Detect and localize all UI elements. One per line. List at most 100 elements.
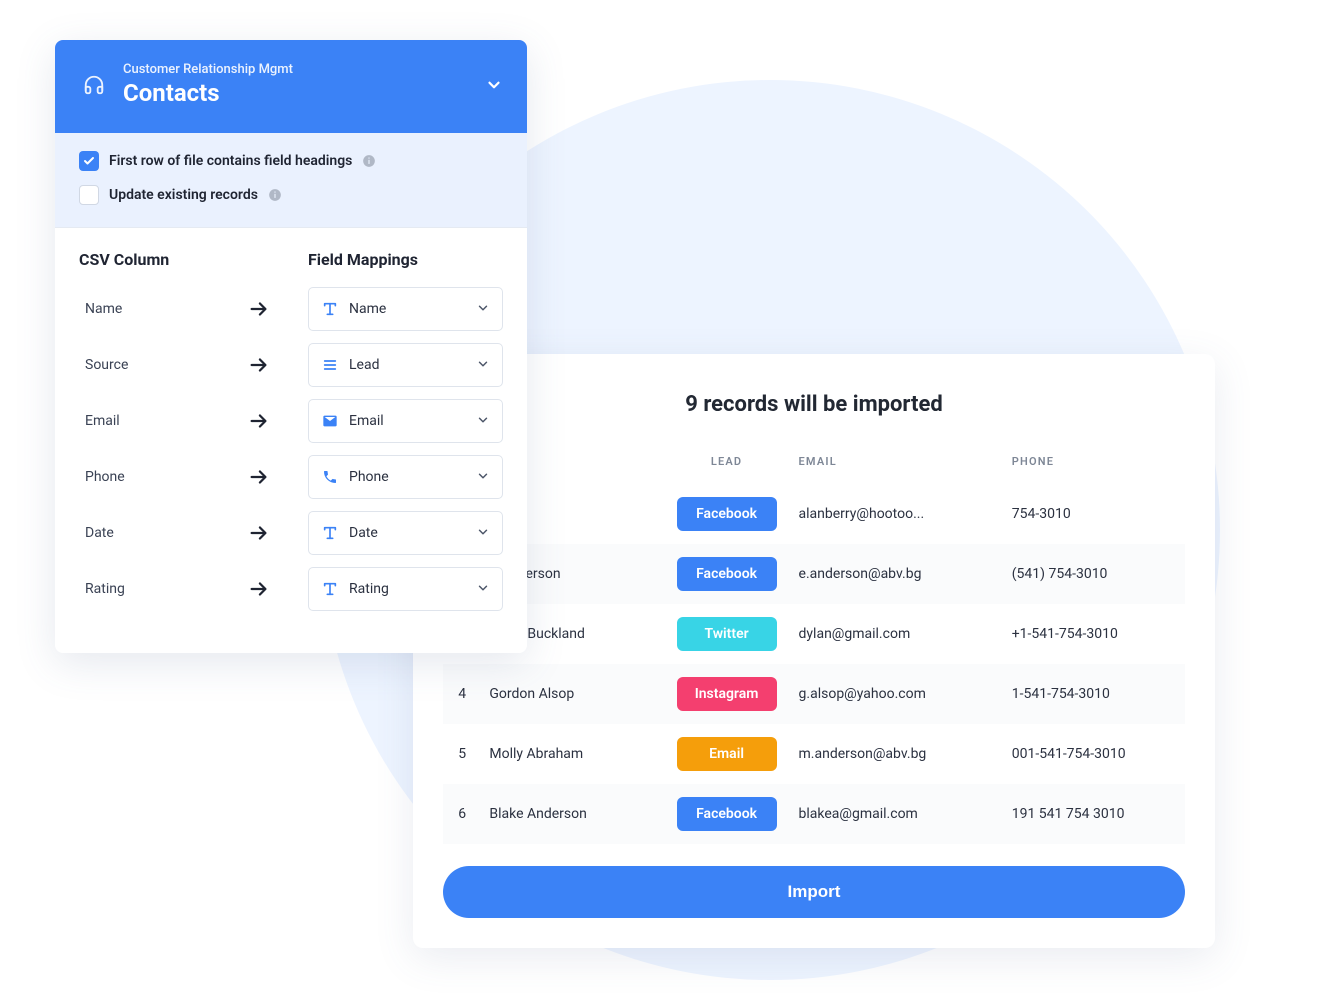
option-label: Update existing records [109, 187, 258, 203]
cell-lead: Facebook [663, 784, 791, 844]
cell-phone: (541) 754-3010 [1004, 544, 1185, 604]
cell-email: g.alsop@yahoo.com [791, 664, 1004, 724]
csv-column-name: Date [79, 525, 219, 541]
lead-badge: Facebook [677, 557, 777, 591]
import-button[interactable]: Import [443, 866, 1185, 918]
checkbox-unchecked[interactable] [79, 185, 99, 205]
entity-selector-header[interactable]: Customer Relationship Mgmt Contacts [55, 40, 527, 133]
cell-lead: Twitter [663, 604, 791, 664]
cell-lead: Facebook [663, 544, 791, 604]
cell-name: Blake Anderson [481, 784, 662, 844]
column-header-phone: PHONE [1004, 443, 1185, 484]
lead-badge: Facebook [677, 797, 777, 831]
field-name: Rating [349, 581, 476, 597]
arrow-right-icon [245, 351, 273, 379]
field-select[interactable]: Email [308, 399, 503, 443]
cell-email: e.anderson@abv.bg [791, 544, 1004, 604]
lines-icon [321, 356, 339, 374]
arrow-right-icon [245, 575, 273, 603]
field-select[interactable]: Date [308, 511, 503, 555]
table-row: 1BerryFacebookalanberry@hootoo...754-301… [443, 484, 1185, 544]
header-title: Contacts [123, 79, 293, 107]
field-select[interactable]: Rating [308, 567, 503, 611]
mapping-row: Email Email [79, 399, 503, 443]
chevron-down-icon [476, 412, 490, 431]
mapping-card: Customer Relationship Mgmt Contacts Firs… [55, 40, 527, 653]
option-update-existing[interactable]: Update existing records [79, 185, 503, 205]
csv-column-header: CSV Column [79, 250, 239, 269]
row-index: 5 [443, 724, 481, 784]
cell-name: Molly Abraham [481, 724, 662, 784]
field-select[interactable]: Lead [308, 343, 503, 387]
lead-badge: Email [677, 737, 777, 771]
field-name: Name [349, 301, 476, 317]
cell-name: Gordon Alsop [481, 664, 662, 724]
csv-column-name: Source [79, 357, 219, 373]
field-name: Lead [349, 357, 476, 373]
option-first-row-headings[interactable]: First row of file contains field heading… [79, 151, 503, 171]
mapping-body: CSV Column Field Mappings Name Name Source… [55, 228, 527, 653]
csv-column-name: Email [79, 413, 219, 429]
cell-email: alanberry@hootoo... [791, 484, 1004, 544]
field-name: Phone [349, 469, 476, 485]
csv-column-name: Rating [79, 581, 219, 597]
arrow-right-icon [245, 295, 273, 323]
cell-lead: Email [663, 724, 791, 784]
table-row: 6Blake Anderson Facebook blakea@gmail.com1… [443, 784, 1185, 844]
lead-badge: Twitter [677, 617, 777, 651]
info-icon[interactable] [268, 188, 282, 202]
type-icon [321, 524, 339, 542]
field-select[interactable]: Name [308, 287, 503, 331]
chevron-down-icon [485, 76, 503, 98]
field-name: Email [349, 413, 476, 429]
checkbox-checked[interactable] [79, 151, 99, 171]
phone-icon [321, 468, 339, 486]
cell-email: dylan@gmail.com [791, 604, 1004, 664]
lead-badge: Instagram [677, 677, 777, 711]
header-eyebrow: Customer Relationship Mgmt [123, 62, 293, 77]
mapping-row: Date Date [79, 511, 503, 555]
table-row: 3Dylan BucklandTwitterdylan@gmail.com+1-… [443, 604, 1185, 664]
cell-phone: 191 541 754 3010 [1004, 784, 1185, 844]
preview-card: 9 records will be imported NAME LEAD EMA… [413, 354, 1215, 948]
csv-column-name: Phone [79, 469, 219, 485]
row-index: 6 [443, 784, 481, 844]
mapping-row: Source Lead [79, 343, 503, 387]
cell-phone: +1-541-754-3010 [1004, 604, 1185, 664]
mapping-row: Phone Phone [79, 455, 503, 499]
table-row: 5Molly Abraham Email m.anderson@abv.bg001-… [443, 724, 1185, 784]
info-icon[interactable] [362, 154, 376, 168]
table-row: 4Gordon Alsop Instagram g.alsop@yahoo.com1… [443, 664, 1185, 724]
mapping-row: Name Name [79, 287, 503, 331]
type-icon [321, 580, 339, 598]
chevron-down-icon [476, 356, 490, 375]
option-label: First row of file contains field heading… [109, 153, 352, 169]
column-header-lead: LEAD [663, 443, 791, 484]
cell-email: blakea@gmail.com [791, 784, 1004, 844]
field-mappings-header: Field Mappings [308, 250, 503, 269]
headset-icon [81, 72, 107, 98]
mapping-row: Rating Rating [79, 567, 503, 611]
column-header-email: EMAIL [791, 443, 1004, 484]
table-row: 2d AndersonFacebooke.anderson@abv.bg(541… [443, 544, 1185, 604]
envelope-icon [321, 412, 339, 430]
chevron-down-icon [476, 468, 490, 487]
cell-lead: Facebook [663, 484, 791, 544]
type-icon [321, 300, 339, 318]
cell-lead: Instagram [663, 664, 791, 724]
cell-phone: 001-541-754-3010 [1004, 724, 1185, 784]
arrow-right-icon [245, 463, 273, 491]
cell-phone: 1-541-754-3010 [1004, 664, 1185, 724]
csv-column-name: Name [79, 301, 219, 317]
preview-table: NAME LEAD EMAIL PHONE 1BerryFacebookalan… [443, 443, 1185, 844]
import-options: First row of file contains field heading… [55, 133, 527, 228]
field-select[interactable]: Phone [308, 455, 503, 499]
arrow-right-icon [245, 407, 273, 435]
cell-phone: 754-3010 [1004, 484, 1185, 544]
chevron-down-icon [476, 580, 490, 599]
row-index: 4 [443, 664, 481, 724]
field-name: Date [349, 525, 476, 541]
lead-badge: Facebook [677, 497, 777, 531]
chevron-down-icon [476, 524, 490, 543]
cell-email: m.anderson@abv.bg [791, 724, 1004, 784]
